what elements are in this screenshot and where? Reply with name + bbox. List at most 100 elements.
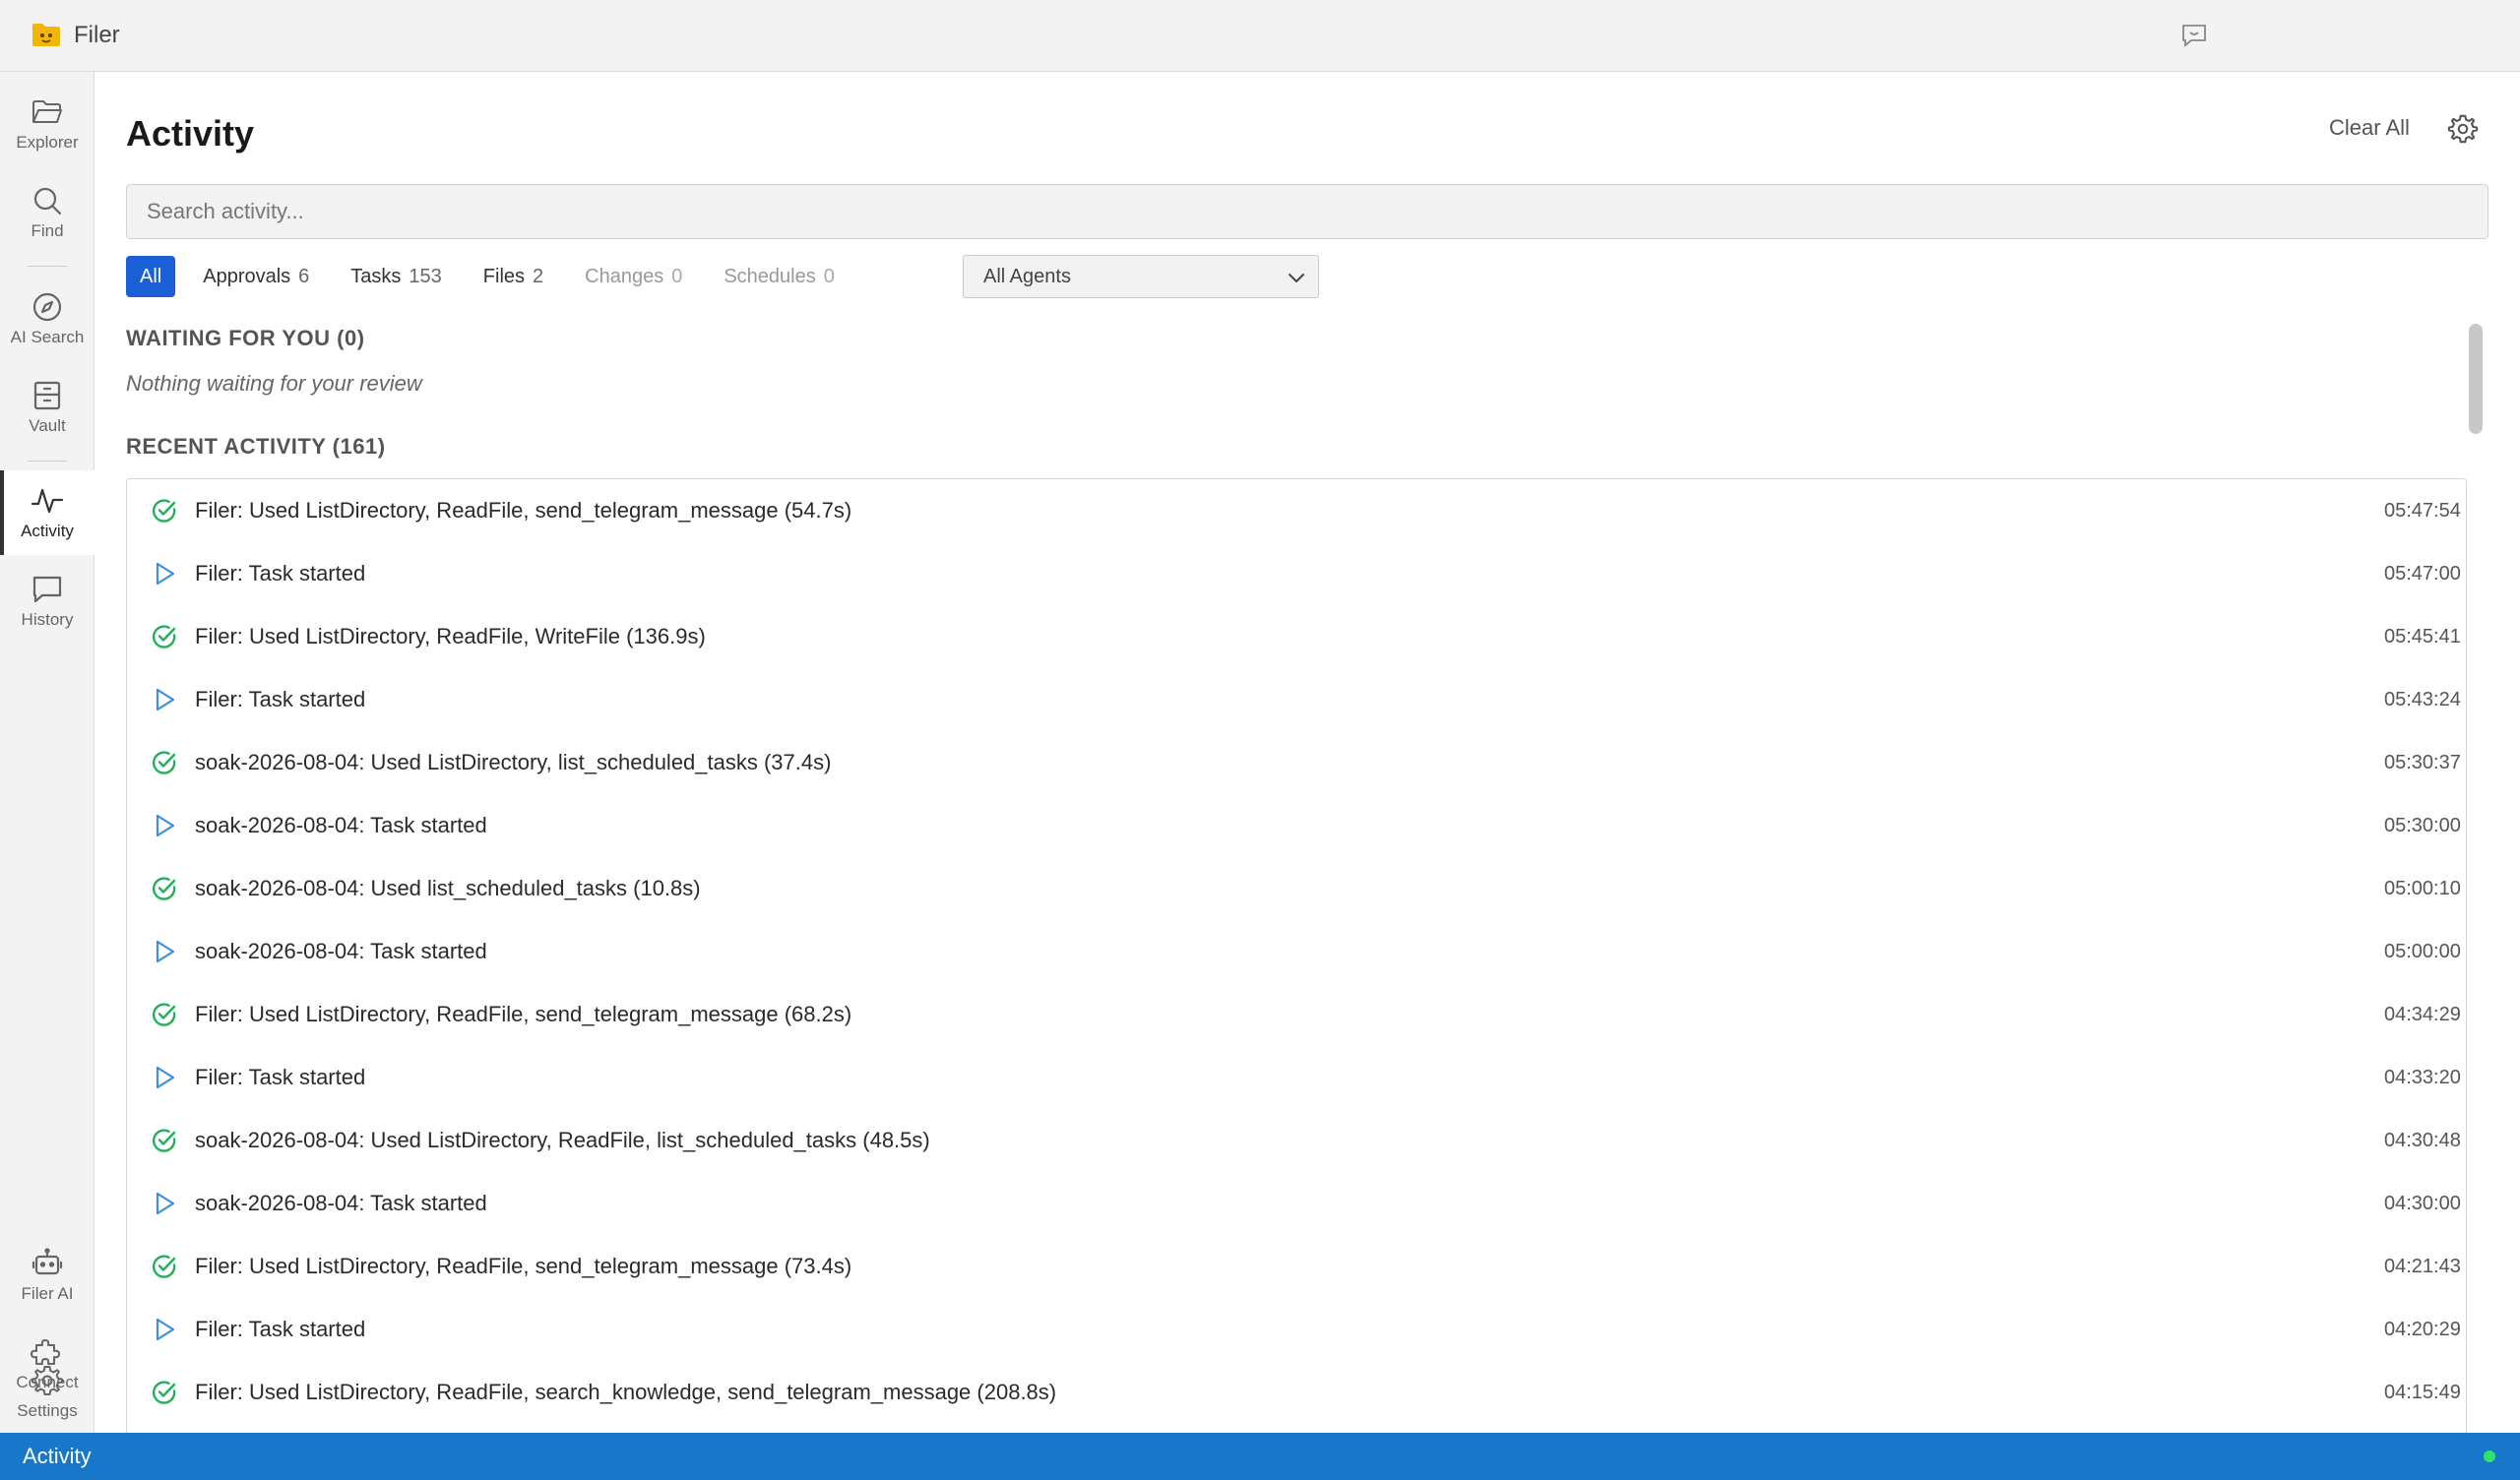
activity-row[interactable]: Filer: Task started 05:47:00 PM	[127, 542, 2466, 605]
sidebar-item-filer-ai[interactable]: Filer AI	[0, 1233, 94, 1318]
gear-icon	[32, 1365, 63, 1395]
activity-panel: Activity Clear All All Approvals 6 Tasks…	[94, 72, 2520, 1433]
agent-select-value: All Agents	[983, 265, 1071, 287]
activity-text: Filer: Used ListDirectory, ReadFile, sen…	[195, 1002, 852, 1026]
status-online-dot	[2484, 1450, 2495, 1462]
play-icon	[156, 940, 175, 963]
sidebar-item-ai-search[interactable]: AI Search	[0, 277, 94, 361]
play-icon	[156, 1192, 175, 1215]
activity-text: Filer: Used ListDirectory, ReadFile, sea…	[195, 1380, 1057, 1404]
chevron-down-icon	[1289, 274, 1304, 282]
filter-tab-changes[interactable]: Changes 0	[571, 256, 696, 297]
sidebar-item-explorer[interactable]: Explorer	[0, 82, 94, 166]
waiting-empty-text: Nothing waiting for your review	[126, 371, 422, 396]
activity-text: soak-2026-08-04: Task started	[195, 1191, 487, 1215]
activity-timestamp: 05:47:00 PM	[2384, 562, 2466, 585]
sidebar-item-activity[interactable]: Activity	[0, 470, 94, 555]
activity-row[interactable]: Filer: Task started 04:20:29 PM	[127, 1298, 2466, 1361]
activity-text: Filer: Task started	[195, 1065, 366, 1089]
activity-text: soak-2026-08-04: Used list_scheduled_tas…	[195, 876, 701, 900]
search-input[interactable]	[126, 184, 2488, 239]
sidebar-item-label: Filer AI	[21, 1284, 74, 1303]
check-circle-icon	[152, 1381, 176, 1404]
activity-timestamp: 04:30:00 PM	[2384, 1192, 2466, 1214]
title-bar: Filer	[0, 0, 2520, 72]
activity-timestamp: 04:21:43 PM	[2384, 1255, 2466, 1277]
filter-tab-label: All	[140, 265, 162, 287]
sidebar-item-settings[interactable]: Settings	[0, 1351, 94, 1433]
activity-row[interactable]: soak-2026-08-04: Task started 05:00:00 PM	[127, 920, 2466, 983]
activity-timestamp: 04:15:49 PM	[2384, 1381, 2466, 1403]
vault-icon	[33, 381, 61, 410]
agent-select[interactable]: All Agents	[963, 255, 1319, 298]
activity-row[interactable]: soak-2026-08-04: Used ListDirectory, Rea…	[127, 1109, 2466, 1172]
filter-tab-label: Schedules	[724, 265, 816, 287]
play-icon	[156, 1318, 175, 1341]
sidebar-item-label: Find	[31, 221, 64, 240]
waiting-section-title: WAITING FOR YOU (0)	[126, 326, 365, 350]
activity-timestamp: 05:43:24 PM	[2384, 688, 2466, 710]
activity-text: Filer: Task started	[195, 687, 366, 711]
activity-row[interactable]: soak-2026-08-04: Used list_scheduled_tas…	[127, 857, 2466, 920]
activity-timestamp: 04:20:29 PM	[2384, 1318, 2466, 1340]
clear-all-button[interactable]: Clear All	[2329, 115, 2410, 141]
filter-tab-label: Files	[482, 265, 526, 287]
activity-row[interactable]: Filer: Task started 05:43:24 PM	[127, 668, 2466, 731]
activity-timestamp: 05:45:41 PM	[2384, 625, 2466, 648]
sidebar-divider	[28, 461, 67, 462]
sidebar-divider	[28, 266, 67, 267]
activity-row[interactable]: soak-2026-08-04: Task started 05:30:00 PM	[127, 794, 2466, 857]
chat-bubble-icon	[32, 576, 62, 603]
app-title: Filer	[74, 22, 120, 48]
check-circle-icon	[152, 1255, 176, 1278]
activity-settings-gear-icon[interactable]	[2447, 113, 2479, 145]
status-bar-label: Activity	[23, 1444, 92, 1468]
scrollbar-thumb[interactable]	[2469, 324, 2483, 434]
filter-tabs: All Approvals 6 Tasks 153 Files 2 Change…	[126, 255, 862, 298]
check-circle-icon	[152, 499, 176, 523]
activity-timestamp: 05:47:54 PM	[2384, 499, 2466, 522]
activity-row[interactable]: Filer: Used ListDirectory, ReadFile, Wri…	[127, 605, 2466, 668]
sidebar-item-find[interactable]: Find	[0, 170, 94, 255]
filter-tab-label: Changes	[585, 265, 664, 287]
activity-text: soak-2026-08-04: Task started	[195, 813, 487, 837]
search-icon	[33, 187, 62, 216]
filter-tab-files[interactable]: Files 2	[470, 256, 557, 297]
play-icon	[156, 562, 175, 586]
activity-row[interactable]: Filer: Used ListDirectory, ReadFile, sen…	[127, 983, 2466, 1046]
activity-timestamp: 05:00:00 PM	[2384, 940, 2466, 962]
check-circle-icon	[152, 751, 176, 774]
check-circle-icon	[152, 1003, 176, 1026]
sidebar-item-label: AI Search	[10, 328, 85, 346]
activity-row[interactable]: soak-2026-08-04: Used ListDirectory, lis…	[127, 731, 2466, 794]
activity-row[interactable]: Filer: Used ListDirectory, ReadFile, sen…	[127, 1235, 2466, 1298]
filter-tab-tasks[interactable]: Tasks 153	[337, 256, 456, 297]
robot-icon	[32, 1248, 63, 1275]
activity-text: Filer: Used ListDirectory, ReadFile, Wri…	[195, 624, 706, 648]
activity-list: Filer: Used ListDirectory, ReadFile, sen…	[126, 478, 2467, 1433]
check-circle-icon	[152, 877, 176, 900]
activity-text: soak-2026-08-04: Used ListDirectory, Rea…	[195, 1128, 930, 1152]
filter-tab-all[interactable]: All	[126, 256, 176, 297]
activity-icon	[31, 488, 64, 514]
app-logo-icon	[32, 24, 60, 46]
filter-tab-approvals[interactable]: Approvals 6	[189, 256, 323, 297]
activity-text: Filer: Used ListDirectory, ReadFile, sen…	[195, 1254, 852, 1278]
activity-row[interactable]: Filer: Used ListDirectory, ReadFile, sea…	[127, 1361, 2466, 1424]
activity-row[interactable]: Filer: Used ListDirectory, ReadFile, sen…	[127, 479, 2466, 542]
activity-text: Filer: Used ListDirectory, ReadFile, sen…	[195, 498, 852, 523]
sidebar-item-vault[interactable]: Vault	[0, 365, 94, 450]
recent-section-title: RECENT ACTIVITY (161)	[126, 434, 386, 459]
activity-timestamp: 05:30:00 PM	[2384, 814, 2466, 836]
sidebar-item-label: Activity	[21, 522, 74, 540]
activity-text: soak-2026-08-04: Used ListDirectory, lis…	[195, 750, 832, 774]
filter-tab-count: 2	[533, 265, 544, 287]
activity-text: soak-2026-08-04: Task started	[195, 939, 487, 963]
activity-row[interactable]: Filer: Task started 04:33:20 PM	[127, 1046, 2466, 1109]
activity-timestamp: 04:30:48 PM	[2384, 1129, 2466, 1151]
activity-row[interactable]: soak-2026-08-04: Task started 04:30:00 PM	[127, 1172, 2466, 1235]
filter-tab-schedules[interactable]: Schedules 0	[710, 256, 849, 297]
feedback-icon[interactable]	[2180, 22, 2208, 49]
sidebar-item-history[interactable]: History	[0, 559, 94, 644]
filter-tab-label: Tasks	[350, 265, 402, 287]
